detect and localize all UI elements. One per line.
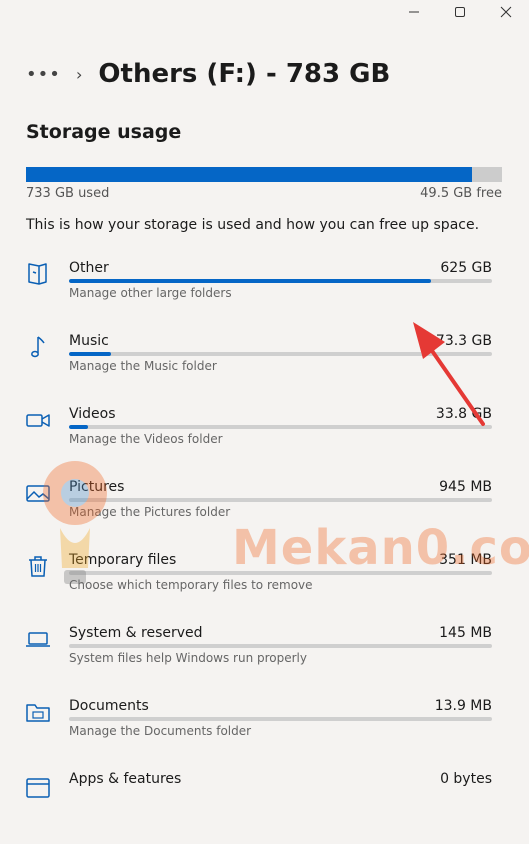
category-usage-bar bbox=[69, 352, 492, 356]
category-name: System & reserved bbox=[69, 625, 203, 641]
close-icon bbox=[500, 6, 512, 18]
watermark-logo bbox=[43, 461, 107, 584]
category-subtitle: Manage other large folders bbox=[69, 286, 232, 300]
window-controls bbox=[391, 0, 529, 24]
category-usage-bar bbox=[69, 644, 492, 648]
category-system-reserved[interactable]: System & reserved 145 MB System files he… bbox=[0, 625, 529, 698]
maximize-icon bbox=[455, 7, 465, 17]
category-size: 73.3 GB bbox=[435, 333, 492, 349]
close-button[interactable] bbox=[483, 0, 529, 24]
page-title: Others (F:) - 783 GB bbox=[98, 59, 391, 89]
category-size: 13.9 MB bbox=[434, 698, 492, 714]
folder-book-icon bbox=[28, 263, 47, 285]
category-size: 625 GB bbox=[440, 260, 492, 276]
storage-usage-bar bbox=[26, 167, 502, 182]
category-other[interactable]: Other 625 GB Manage other large folders bbox=[0, 260, 529, 333]
category-name: Apps & features bbox=[69, 771, 182, 787]
used-space-label: 733 GB used bbox=[26, 186, 110, 201]
category-subtitle: Manage the Music folder bbox=[69, 359, 217, 373]
category-usage-bar bbox=[69, 717, 492, 721]
category-size: 0 bytes bbox=[440, 771, 492, 787]
apps-icon bbox=[26, 778, 50, 798]
minimize-icon bbox=[409, 11, 419, 13]
category-usage-fill bbox=[69, 425, 89, 429]
category-name: Music bbox=[69, 333, 109, 349]
laptop-icon bbox=[26, 632, 50, 647]
category-name: Other bbox=[69, 260, 109, 276]
category-usage-fill bbox=[69, 352, 112, 356]
category-name: Videos bbox=[69, 406, 116, 422]
free-space-label: 49.5 GB free bbox=[420, 186, 502, 201]
category-usage-bar bbox=[69, 279, 492, 283]
category-size: 145 MB bbox=[439, 625, 492, 641]
chevron-right-icon: › bbox=[76, 64, 83, 84]
category-size: 33.8 GB bbox=[435, 406, 492, 422]
category-size: 945 MB bbox=[439, 479, 492, 495]
music-note-icon bbox=[31, 336, 45, 358]
breadcrumb: ••• › Others (F:) - 783 GB bbox=[26, 56, 390, 92]
category-usage-bar bbox=[69, 425, 492, 429]
maximize-button[interactable] bbox=[437, 0, 483, 24]
category-usage-fill bbox=[69, 279, 432, 283]
category-name: Documents bbox=[69, 698, 149, 714]
category-usage-bar bbox=[69, 498, 492, 502]
storage-usage-heading: Storage usage bbox=[26, 121, 182, 143]
documents-folder-icon bbox=[26, 704, 50, 722]
storage-usage-fill bbox=[26, 167, 472, 182]
category-music[interactable]: Music 73.3 GB Manage the Music folder bbox=[0, 333, 529, 406]
minimize-button[interactable] bbox=[391, 0, 437, 24]
category-subtitle: System files help Windows run properly bbox=[69, 651, 307, 665]
category-subtitle: Manage the Videos folder bbox=[69, 432, 223, 446]
video-camera-icon bbox=[26, 414, 50, 427]
category-apps-features[interactable]: Apps & features 0 bytes bbox=[0, 771, 529, 844]
category-documents[interactable]: Documents 13.9 MB Manage the Documents f… bbox=[0, 698, 529, 771]
category-subtitle: Manage the Documents folder bbox=[69, 724, 252, 738]
more-options-button[interactable]: ••• bbox=[26, 64, 60, 85]
watermark-text: Mekan0.com bbox=[232, 520, 529, 576]
storage-description: This is how your storage is used and how… bbox=[26, 217, 480, 233]
